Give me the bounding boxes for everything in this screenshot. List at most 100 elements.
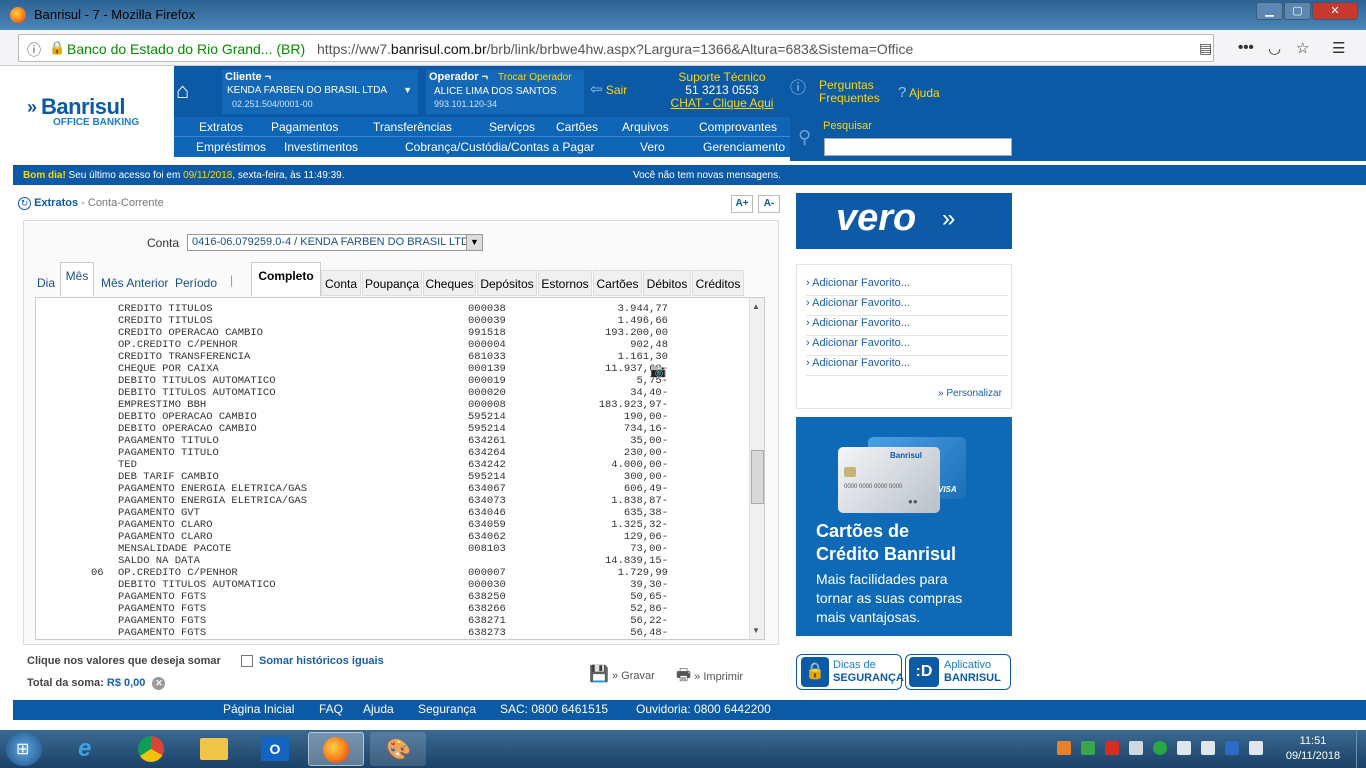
volume-icon[interactable]: [1177, 741, 1191, 755]
tab-completo[interactable]: Completo: [251, 262, 321, 296]
statement-val[interactable]: 1.161,30: [556, 351, 668, 363]
imprimir-button[interactable]: 🖶 » Imprimir: [676, 664, 743, 691]
bookmark-star-icon[interactable]: ☆: [1296, 39, 1309, 57]
dicas-seguranca-button[interactable]: 🔒 Dicas de SEGURANÇA: [796, 654, 904, 690]
tray-app-icon[interactable]: [1081, 741, 1095, 755]
scrollbar[interactable]: ▲ ▼: [749, 298, 764, 639]
statement-val[interactable]: 129,06-: [556, 531, 668, 543]
statement-row[interactable]: PAGAMENTO CLARO 634062 129,06-: [36, 531, 741, 543]
statement-row[interactable]: PAGAMENTO GVT 634046 635,38-: [36, 507, 741, 519]
taskbar-chrome[interactable]: [124, 732, 180, 766]
tray-app-icon[interactable]: [1105, 741, 1119, 755]
clock[interactable]: 11:51 09/11/2018: [1280, 734, 1346, 764]
somar-checkbox[interactable]: [241, 655, 253, 667]
show-desktop-button[interactable]: [1356, 730, 1366, 768]
camera-icon[interactable]: 📷: [650, 363, 666, 379]
statement-row[interactable]: CREDITO TITULOS 000039 1.496,66: [36, 315, 741, 327]
taskbar-explorer[interactable]: [186, 732, 242, 766]
perguntas-frequentes-link[interactable]: ⓘ Perguntas Frequentes: [790, 79, 880, 105]
statement-val[interactable]: 35,00-: [556, 435, 668, 447]
statement-val[interactable]: 193.200,00: [556, 327, 668, 339]
scroll-down-icon[interactable]: ▼: [752, 626, 760, 635]
tab-mes-anterior[interactable]: Mês Anterior: [101, 276, 168, 290]
maximize-button[interactable]: ▢: [1284, 2, 1311, 20]
statement-val[interactable]: 3.944,77: [556, 303, 668, 315]
nav-transferencias[interactable]: Transferências: [373, 120, 452, 134]
statement-row[interactable]: CHEQUE POR CAIXA 000139 11.937,68-: [36, 363, 741, 375]
tab-mes[interactable]: Mês: [60, 262, 94, 296]
statement-val[interactable]: 183.923,97-: [556, 399, 668, 411]
statement-row[interactable]: TED 634242 4.000,00-: [36, 459, 741, 471]
cliente-select[interactable]: KENDA FARBEN DO BRASIL LTDA ▼: [227, 85, 415, 99]
statement-row[interactable]: CREDITO OPERACAO CAMBIO 991518 193.200,00: [36, 327, 741, 339]
nav-vero[interactable]: Vero: [640, 140, 665, 154]
tray-app-icon[interactable]: [1225, 741, 1239, 755]
tab-poupanca[interactable]: Poupança: [362, 270, 422, 296]
flag-icon[interactable]: [1201, 741, 1215, 755]
favorite-item[interactable]: › Adicionar Favorito...: [806, 337, 1008, 356]
personalizar-link[interactable]: » Personalizar: [938, 388, 1002, 399]
url-text[interactable]: https://ww7.banrisul.com.br/brb/link/brb…: [317, 41, 913, 57]
statement-row[interactable]: DEBITO OPERACAO CAMBIO 595214 190,00-: [36, 411, 741, 423]
footer-faq[interactable]: FAQ: [319, 702, 343, 716]
statement-val[interactable]: 14.839,15-: [556, 555, 668, 567]
nav-emprestimos[interactable]: Empréstimos: [196, 140, 266, 154]
close-button[interactable]: ✕: [1312, 2, 1358, 20]
tab-debitos[interactable]: Débitos: [643, 270, 691, 296]
statement-row[interactable]: OP.CREDITO C/PENHOR 000004 902,48: [36, 339, 741, 351]
taskbar-ie[interactable]: e: [62, 732, 118, 766]
statement-row[interactable]: DEB TARIF CAMBIO 595214 300,00-: [36, 471, 741, 483]
statement-row[interactable]: CREDITO TRANSFERENCIA 681033 1.161,30: [36, 351, 741, 363]
nav-comprovantes[interactable]: Comprovantes: [699, 120, 777, 134]
tab-creditos[interactable]: Créditos: [692, 270, 744, 296]
statement-row[interactable]: CREDITO TITULOS 000038 3.944,77: [36, 303, 741, 315]
ajuda-link[interactable]: ? Ajuda: [898, 84, 940, 101]
breadcrumb-section[interactable]: Extratos: [34, 197, 78, 209]
tray-app-icon[interactable]: [1057, 741, 1071, 755]
gravar-button[interactable]: 💾 » Gravar: [589, 664, 655, 684]
statement-val[interactable]: 4.000,00-: [556, 459, 668, 471]
favorite-item[interactable]: › Adicionar Favorito...: [806, 297, 1008, 316]
statement-row[interactable]: PAGAMENTO CLARO 634059 1.325,32-: [36, 519, 741, 531]
aplicativo-banrisul-button[interactable]: :D Aplicativo BANRISUL: [905, 654, 1011, 690]
taskbar-paint[interactable]: 🎨: [370, 732, 426, 766]
somar-label[interactable]: Somar históricos iguais: [259, 655, 384, 667]
vero-banner[interactable]: vero »: [796, 193, 1012, 249]
conta-select[interactable]: 0416-06.079259.0-4 / KENDA FARBEN DO BRA…: [187, 234, 483, 251]
statement-val[interactable]: 1.729,99: [556, 567, 668, 579]
taskbar-firefox[interactable]: [308, 732, 364, 766]
statement-row[interactable]: DEBITO TITULOS AUTOMATICO 000019 5,75-: [36, 375, 741, 387]
statement-val[interactable]: 230,00-: [556, 447, 668, 459]
statement-row[interactable]: PAGAMENTO FGTS 638250 50,65-: [36, 591, 741, 603]
font-increase-button[interactable]: A+: [731, 195, 753, 213]
trocar-operador-link[interactable]: Trocar Operador: [498, 72, 572, 83]
footer-pagina-inicial[interactable]: Página Inicial: [223, 702, 294, 716]
statement-val[interactable]: 1.496,66: [556, 315, 668, 327]
menu-icon[interactable]: ☰: [1332, 39, 1345, 57]
site-identity[interactable]: Banco do Estado do Rio Grand... (BR): [67, 41, 305, 57]
nav-cobranca[interactable]: Cobrança/Custódia/Contas a Pagar: [405, 140, 594, 154]
tab-cartoes[interactable]: Cartões: [593, 270, 642, 296]
network-icon[interactable]: [1249, 741, 1263, 755]
statement-row[interactable]: PAGAMENTO TITULO 634264 230,00-: [36, 447, 741, 459]
statement-val[interactable]: 300,00-: [556, 471, 668, 483]
card-ad-banner[interactable]: Banrisul 0000 0000 0000 0000 ●● VISA Car…: [796, 417, 1012, 636]
nav-cartoes[interactable]: Cartões: [556, 120, 598, 134]
statement-val[interactable]: 39,30-: [556, 579, 668, 591]
footer-seguranca[interactable]: Segurança: [418, 702, 476, 716]
taskbar-outlook[interactable]: O: [248, 732, 304, 766]
statement-row[interactable]: 06 OP.CREDITO C/PENHOR 000007 1.729,99: [36, 567, 741, 579]
statement-val[interactable]: 1.325,32-: [556, 519, 668, 531]
statement-row[interactable]: PAGAMENTO TITULO 634261 35,00-: [36, 435, 741, 447]
statement-row[interactable]: PAGAMENTO FGTS 638273 56,48-: [36, 627, 741, 639]
statement-val[interactable]: 52,86-: [556, 603, 668, 615]
statement-row[interactable]: EMPRESTIMO BBH 000008 183.923,97-: [36, 399, 741, 411]
tab-cheques[interactable]: Cheques: [423, 270, 476, 296]
statement-val[interactable]: 73,00-: [556, 543, 668, 555]
tray-app-icon[interactable]: [1153, 741, 1167, 755]
statement-row[interactable]: MENSALIDADE PACOTE 008103 73,00-: [36, 543, 741, 555]
url-bar[interactable]: ⓘ 🔒 Banco do Estado do Rio Grand... (BR)…: [18, 34, 1214, 62]
reader-view-icon[interactable]: ▤: [1199, 40, 1212, 57]
statement-row[interactable]: DEBITO OPERACAO CAMBIO 595214 734,16-: [36, 423, 741, 435]
nav-servicos[interactable]: Serviços: [489, 120, 535, 134]
